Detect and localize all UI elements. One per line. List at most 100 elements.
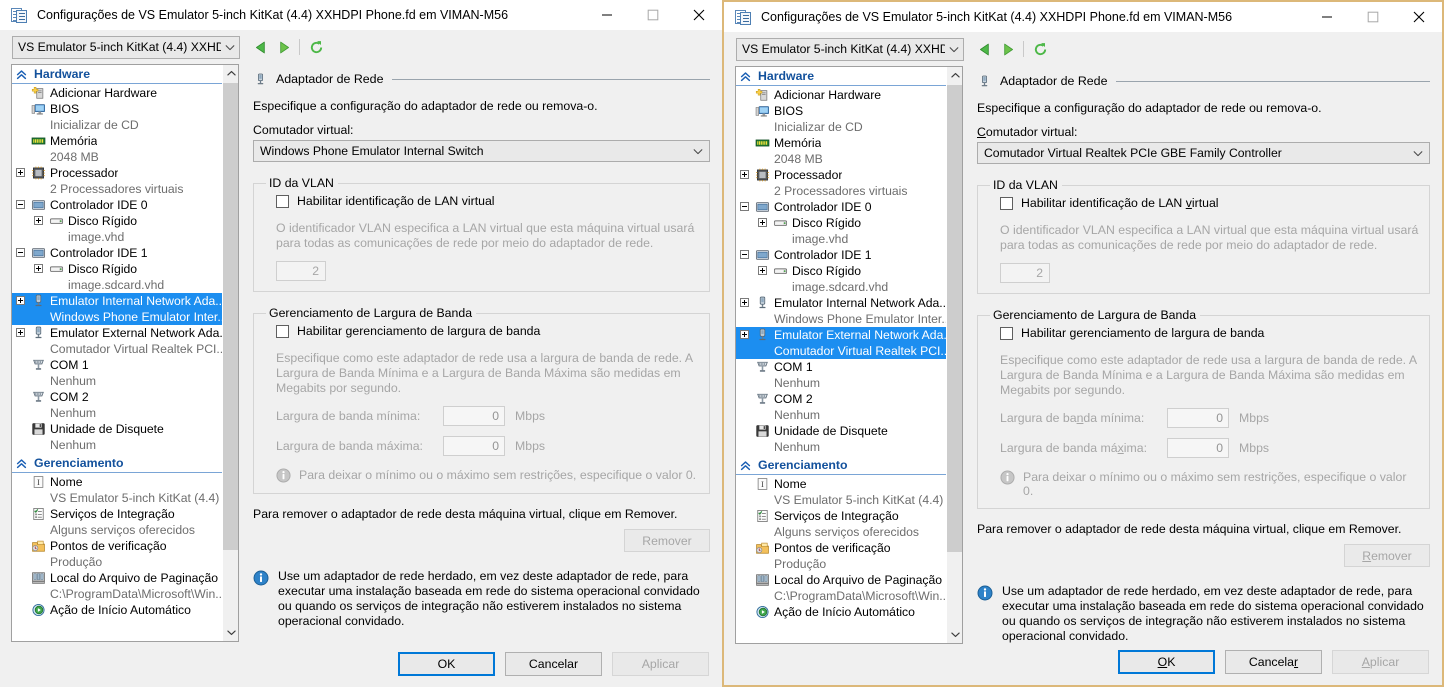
vm-selector-combobox[interactable]: VS Emulator 5-inch KitKat (4.4) XXHDPI xyxy=(736,37,964,61)
tree-expander-minus-icon[interactable] xyxy=(16,200,25,209)
vlan-checkbox-row[interactable]: Habilitar identificação de LAN virtual xyxy=(988,196,1419,210)
tree-section-hardware[interactable]: Hardware xyxy=(736,67,946,86)
tree-item[interactable]: Processador xyxy=(736,167,946,183)
scrollbar-up-button[interactable] xyxy=(947,67,962,84)
cancel-button[interactable]: Cancelar xyxy=(1225,649,1322,674)
tree-item[interactable]: Local do Arquivo de Paginação I... xyxy=(736,572,946,588)
vm-selector-combobox[interactable]: VS Emulator 5-inch KitKat (4.4) XXHDPI xyxy=(12,35,240,59)
tree-expander-minus-icon[interactable] xyxy=(16,248,25,257)
tree-item[interactable]: BIOS xyxy=(736,103,946,119)
tree-item[interactable]: Disco Rígido xyxy=(12,261,222,277)
ok-button[interactable]: OK xyxy=(398,651,495,676)
tree-item[interactable]: Emulator External Network Ada... xyxy=(736,327,946,343)
apply-button[interactable]: Aplicar xyxy=(1332,649,1429,674)
tree-item[interactable]: I Nome xyxy=(736,476,946,492)
tree-item[interactable]: Local do Arquivo de Paginação I... xyxy=(12,570,222,586)
tree-scrollbar[interactable] xyxy=(946,67,962,643)
tree-item[interactable]: Disco Rígido xyxy=(736,215,946,231)
bandwidth-checkbox-row[interactable]: Habilitar gerenciamento de largura de ba… xyxy=(988,326,1419,340)
tree-item[interactable]: Disco Rígido xyxy=(736,263,946,279)
minimize-button[interactable] xyxy=(1304,2,1350,32)
tree-item[interactable]: Emulator External Network Ada... xyxy=(12,325,222,341)
tree-section-management[interactable]: Gerenciamento xyxy=(736,456,946,475)
tree-expander-minus-icon[interactable] xyxy=(740,250,749,259)
scrollbar-down-button[interactable] xyxy=(223,624,238,641)
tree-item[interactable]: Serviços de Integração xyxy=(736,508,946,524)
tree-item[interactable]: Adicionar Hardware xyxy=(12,85,222,101)
vlan-checkbox[interactable] xyxy=(1000,196,1013,210)
scrollbar-thumb[interactable] xyxy=(223,83,238,550)
scrollbar-up-button[interactable] xyxy=(223,65,238,82)
vlan-id-input[interactable]: 2 xyxy=(1000,263,1050,283)
tree-item[interactable]: Adicionar Hardware xyxy=(736,87,946,103)
tree-item[interactable]: Ação de Início Automático xyxy=(12,602,222,618)
forward-button[interactable] xyxy=(272,35,294,59)
minimize-button[interactable] xyxy=(584,0,630,30)
tree-expander-plus-icon[interactable] xyxy=(740,330,749,339)
tree-expander-plus-icon[interactable] xyxy=(34,216,43,225)
settings-tree[interactable]: Hardware Adicionar Hardware BIOS Inicializa… xyxy=(735,66,963,644)
tree-expander-plus-icon[interactable] xyxy=(758,218,767,227)
tree-item[interactable]: Processador xyxy=(12,165,222,181)
tree-expander-minus-icon[interactable] xyxy=(740,202,749,211)
tree-section-hardware[interactable]: Hardware xyxy=(12,65,222,84)
tree-expander-plus-icon[interactable] xyxy=(758,266,767,275)
min-bandwidth-input[interactable]: 0 xyxy=(443,406,505,426)
tree-expander-plus-icon[interactable] xyxy=(16,296,25,305)
tree-item[interactable]: Ação de Início Automático xyxy=(736,604,946,620)
tree-expander-plus-icon[interactable] xyxy=(16,328,25,337)
vlan-checkbox[interactable] xyxy=(276,194,289,208)
close-button[interactable] xyxy=(676,0,722,30)
scrollbar-thumb[interactable] xyxy=(947,85,962,552)
tree-item[interactable]: Controlador IDE 0 xyxy=(12,197,222,213)
maximize-button[interactable] xyxy=(1350,2,1396,32)
back-button[interactable] xyxy=(250,35,272,59)
back-button[interactable] xyxy=(974,37,996,61)
virtual-switch-combobox[interactable]: Comutador Virtual Realtek PCIe GBE Famil… xyxy=(977,142,1430,164)
tree-scrollbar[interactable] xyxy=(222,65,238,641)
tree-expander-plus-icon[interactable] xyxy=(16,168,25,177)
tree-item[interactable]: Emulator Internal Network Ada... xyxy=(736,295,946,311)
tree-item[interactable]: Memória xyxy=(736,135,946,151)
max-bandwidth-input[interactable]: 0 xyxy=(443,436,505,456)
tree-expander-plus-icon[interactable] xyxy=(740,170,749,179)
tree-item[interactable]: COM 1 xyxy=(736,359,946,375)
tree-item[interactable]: COM 1 xyxy=(12,357,222,373)
tree-item[interactable]: Pontos de verificação xyxy=(736,540,946,556)
refresh-button[interactable] xyxy=(1029,37,1051,61)
close-button[interactable] xyxy=(1396,2,1442,32)
tree-item[interactable]: Controlador IDE 1 xyxy=(736,247,946,263)
remove-button[interactable]: Remover xyxy=(624,529,710,552)
max-bandwidth-input[interactable]: 0 xyxy=(1167,438,1229,458)
tree-item[interactable]: Unidade de Disquete xyxy=(12,421,222,437)
vlan-checkbox-row[interactable]: Habilitar identificação de LAN virtual xyxy=(264,194,699,208)
tree-expander-plus-icon[interactable] xyxy=(34,264,43,273)
maximize-button[interactable] xyxy=(630,0,676,30)
tree-item[interactable]: COM 2 xyxy=(12,389,222,405)
tree-item[interactable]: Controlador IDE 0 xyxy=(736,199,946,215)
virtual-switch-combobox[interactable]: Windows Phone Emulator Internal Switch xyxy=(253,140,710,162)
tree-item[interactable]: Pontos de verificação xyxy=(12,538,222,554)
apply-button[interactable]: Aplicar xyxy=(612,651,709,676)
bandwidth-checkbox[interactable] xyxy=(276,324,289,338)
settings-tree[interactable]: Hardware Adicionar Hardware BIOS Inicializa… xyxy=(11,64,239,642)
forward-button[interactable] xyxy=(996,37,1018,61)
tree-item[interactable]: Serviços de Integração xyxy=(12,506,222,522)
remove-button[interactable]: Remover xyxy=(1344,544,1430,567)
tree-item[interactable]: Unidade de Disquete xyxy=(736,423,946,439)
tree-item[interactable]: COM 2 xyxy=(736,391,946,407)
vlan-id-input[interactable]: 2 xyxy=(276,261,326,281)
scrollbar-down-button[interactable] xyxy=(947,626,962,643)
cancel-button[interactable]: Cancelar xyxy=(505,651,602,676)
bandwidth-checkbox[interactable] xyxy=(1000,326,1013,340)
tree-item[interactable]: Disco Rígido xyxy=(12,213,222,229)
tree-section-management[interactable]: Gerenciamento xyxy=(12,454,222,473)
tree-item[interactable]: Emulator Internal Network Ada... xyxy=(12,293,222,309)
tree-item[interactable]: I Nome xyxy=(12,474,222,490)
refresh-button[interactable] xyxy=(305,35,327,59)
tree-item[interactable]: Memória xyxy=(12,133,222,149)
tree-item[interactable]: Controlador IDE 1 xyxy=(12,245,222,261)
tree-item[interactable]: BIOS xyxy=(12,101,222,117)
bandwidth-checkbox-row[interactable]: Habilitar gerenciamento de largura de ba… xyxy=(264,324,699,338)
tree-expander-plus-icon[interactable] xyxy=(740,298,749,307)
